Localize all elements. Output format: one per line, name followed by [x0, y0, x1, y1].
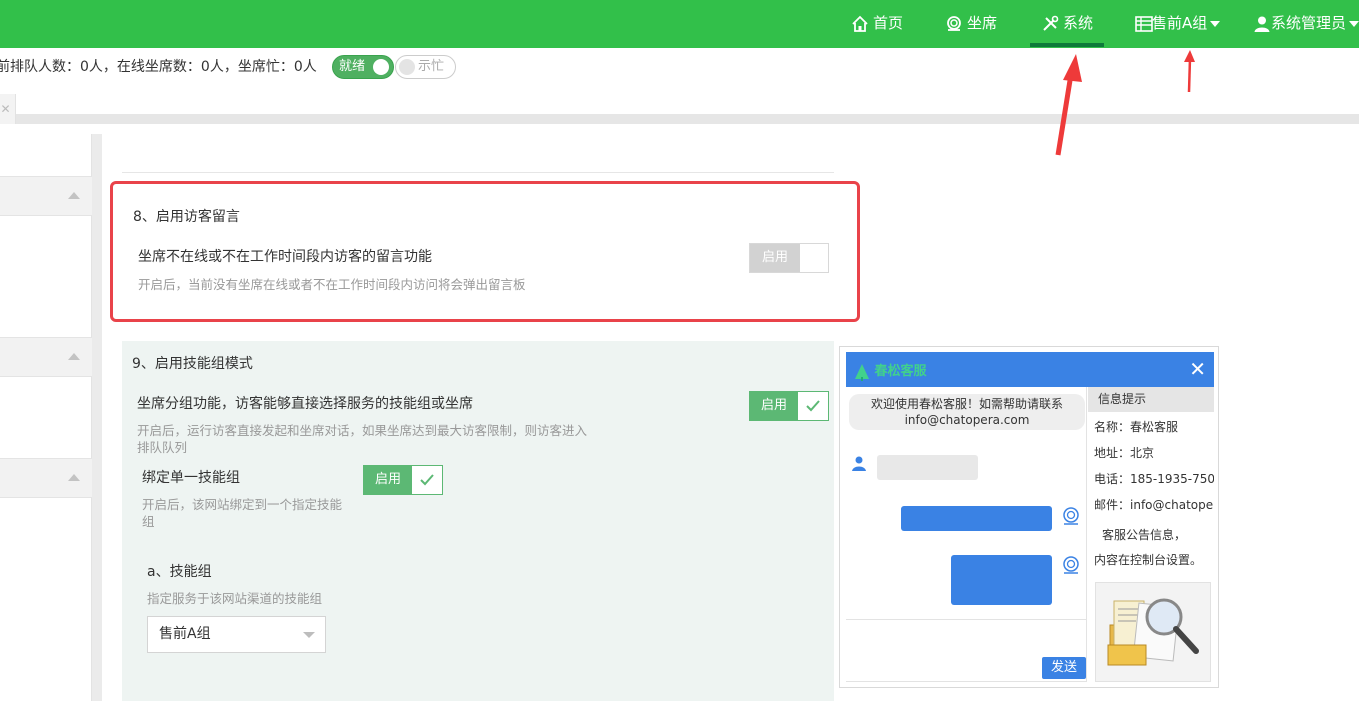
chevron-down-icon — [1210, 20, 1221, 27]
caret-up-icon — [68, 474, 80, 481]
setting-desc: 开启后，运行访客直接发起和坐席对话，如果坐席达到最大访客限制，则访客进入排队队列 — [137, 423, 588, 455]
info-row: 电话：185-1935-7507 — [1094, 472, 1214, 486]
chevron-down-icon — [303, 632, 315, 638]
welcome-message: 欢迎使用春松客服！如需帮助请联系 info@chatopera.com — [849, 394, 1085, 430]
nav-group-dropdown[interactable]: 售前A组 — [1134, 0, 1221, 48]
busy-label: 示忙 — [418, 59, 445, 74]
toggle-knob — [399, 59, 415, 75]
notice-text: 客服公告信息， — [1102, 528, 1187, 542]
toggle-label: 启用 — [374, 472, 401, 487]
chat-bubble-right — [901, 506, 1052, 531]
visitor-message-toggle[interactable]: 启用 — [749, 243, 829, 273]
check-icon — [798, 392, 828, 420]
chevron-down-icon — [1349, 20, 1359, 27]
magnifier-folder-icon — [1107, 598, 1199, 666]
setting-visitor-message: 8、启用访客留言 坐席不在线或不在工作时间段内访客的留言功能 开启后，当前没有坐… — [110, 181, 860, 322]
tab-close-icon[interactable]: ✕ — [0, 94, 16, 124]
building-icon — [1135, 15, 1153, 32]
tools-icon — [1043, 15, 1059, 31]
toggle-knob — [373, 59, 389, 75]
check-icon — [412, 466, 442, 494]
busy-toggle[interactable]: 示忙 — [395, 55, 456, 79]
sub-setting-desc: 开启后，该网站绑定到一个指定技能组 — [142, 497, 343, 529]
info-row: 名称：春松客服 — [1094, 420, 1179, 434]
visitor-avatar-icon — [852, 456, 866, 471]
nav-active-underline — [1030, 43, 1104, 47]
settings-sidebar — [0, 134, 92, 701]
chat-bubble-left — [877, 455, 978, 480]
agent-avatar-icon — [1063, 556, 1079, 574]
divider — [122, 172, 834, 173]
setting-label: 坐席不在线或不在工作时间段内访客的留言功能 — [138, 249, 432, 265]
user-icon — [1254, 16, 1270, 32]
toggle-label: 启用 — [760, 398, 787, 413]
sidebar-section-header[interactable] — [0, 337, 92, 377]
ready-label: 就绪 — [339, 59, 366, 74]
tab-strip — [0, 92, 1359, 124]
skill-group-select[interactable]: 售前A组 — [147, 616, 326, 653]
bind-skill-group-toggle[interactable]: 启用 — [363, 465, 443, 495]
nav-group-label: 售前A组 — [1152, 14, 1208, 32]
queue-status-text: 前排队人数：0人，在线坐席数：0人，坐席忙：0人 — [0, 59, 317, 75]
sidebar-divider — [92, 134, 102, 701]
nav-agent[interactable]: 坐席 — [945, 0, 997, 48]
nav-user-label: 系统管理员 — [1271, 14, 1347, 32]
home-icon — [852, 15, 868, 32]
annotation-arrow-icon — [1184, 50, 1195, 93]
send-button[interactable]: 发送 — [1042, 657, 1086, 679]
info-panel-title: 信息提示 — [1088, 387, 1214, 412]
agent-avatar-icon — [1063, 507, 1079, 525]
caret-up-icon — [68, 192, 80, 199]
nav-system-label: 系统 — [1063, 14, 1094, 32]
nav-home[interactable]: 首页 — [851, 0, 903, 48]
nav-agent-label: 坐席 — [967, 14, 998, 32]
setting-label: 坐席分组功能，访客能够直接选择服务的技能组或坐席 — [137, 396, 473, 412]
skill-group-select-value: 售前A组 — [159, 626, 211, 642]
annotation-arrow-icon — [1055, 54, 1082, 156]
info-panel: 信息提示 名称：春松客服 地址：北京 电话：185-1935-7507 邮件：i… — [1088, 387, 1214, 577]
setting-title: 9、启用技能组模式 — [132, 356, 253, 372]
widget-header: 春松客服 ✕ — [846, 352, 1214, 387]
status-row: 前排队人数：0人，在线坐席数：0人，坐席忙：0人 — [0, 48, 1359, 92]
nav-user-dropdown[interactable]: 系统管理员 — [1253, 0, 1359, 48]
chat-panel: 欢迎使用春松客服！如需帮助请联系 info@chatopera.com 发送 — [846, 387, 1087, 682]
top-navbar: 首页 坐席 系统 售前A组 系统管理员 — [0, 0, 1359, 48]
sidebar-section-header[interactable] — [0, 458, 92, 498]
setting-title: 8、启用访客留言 — [133, 209, 240, 225]
headset-icon — [947, 15, 961, 31]
caret-up-icon — [68, 353, 80, 360]
skill-group-toggle[interactable]: 启用 — [749, 391, 829, 421]
tree-logo-icon — [855, 363, 869, 381]
nav-system[interactable]: 系统 — [1041, 0, 1093, 48]
sub-setting-label: 绑定单一技能组 — [142, 470, 240, 486]
info-row: 地址：北京 — [1094, 446, 1155, 460]
setting-skill-group-mode: 9、启用技能组模式 坐席分组功能，访客能够直接选择服务的技能组或坐席 开启后，运… — [122, 341, 834, 701]
chat-bubble-right — [951, 555, 1052, 605]
skill-group-desc: 指定服务于该网站渠道的技能组 — [147, 591, 323, 606]
nav-home-label: 首页 — [873, 14, 904, 32]
close-icon[interactable]: ✕ — [1189, 357, 1206, 381]
notice-text: 内容在控制台设置。 — [1094, 553, 1203, 567]
info-row: 邮件：info@chatopera.com — [1094, 498, 1214, 512]
setting-desc: 开启后，当前没有坐席在线或者不在工作时间段内访问将会弹出留言板 — [138, 277, 526, 292]
widget-logo: 春松客服 — [854, 360, 927, 381]
notice-illustration — [1095, 582, 1211, 682]
sidebar-section-header[interactable] — [0, 176, 92, 216]
ready-toggle[interactable]: 就绪 — [332, 55, 394, 79]
skill-group-title: a、技能组 — [147, 564, 212, 580]
toggle-label: 启用 — [750, 244, 800, 272]
widget-logo-text: 春松客服 — [874, 364, 927, 379]
chat-widget-preview: 春松客服 ✕ 欢迎使用春松客服！如需帮助请联系 info@chatopera.c… — [839, 346, 1219, 688]
